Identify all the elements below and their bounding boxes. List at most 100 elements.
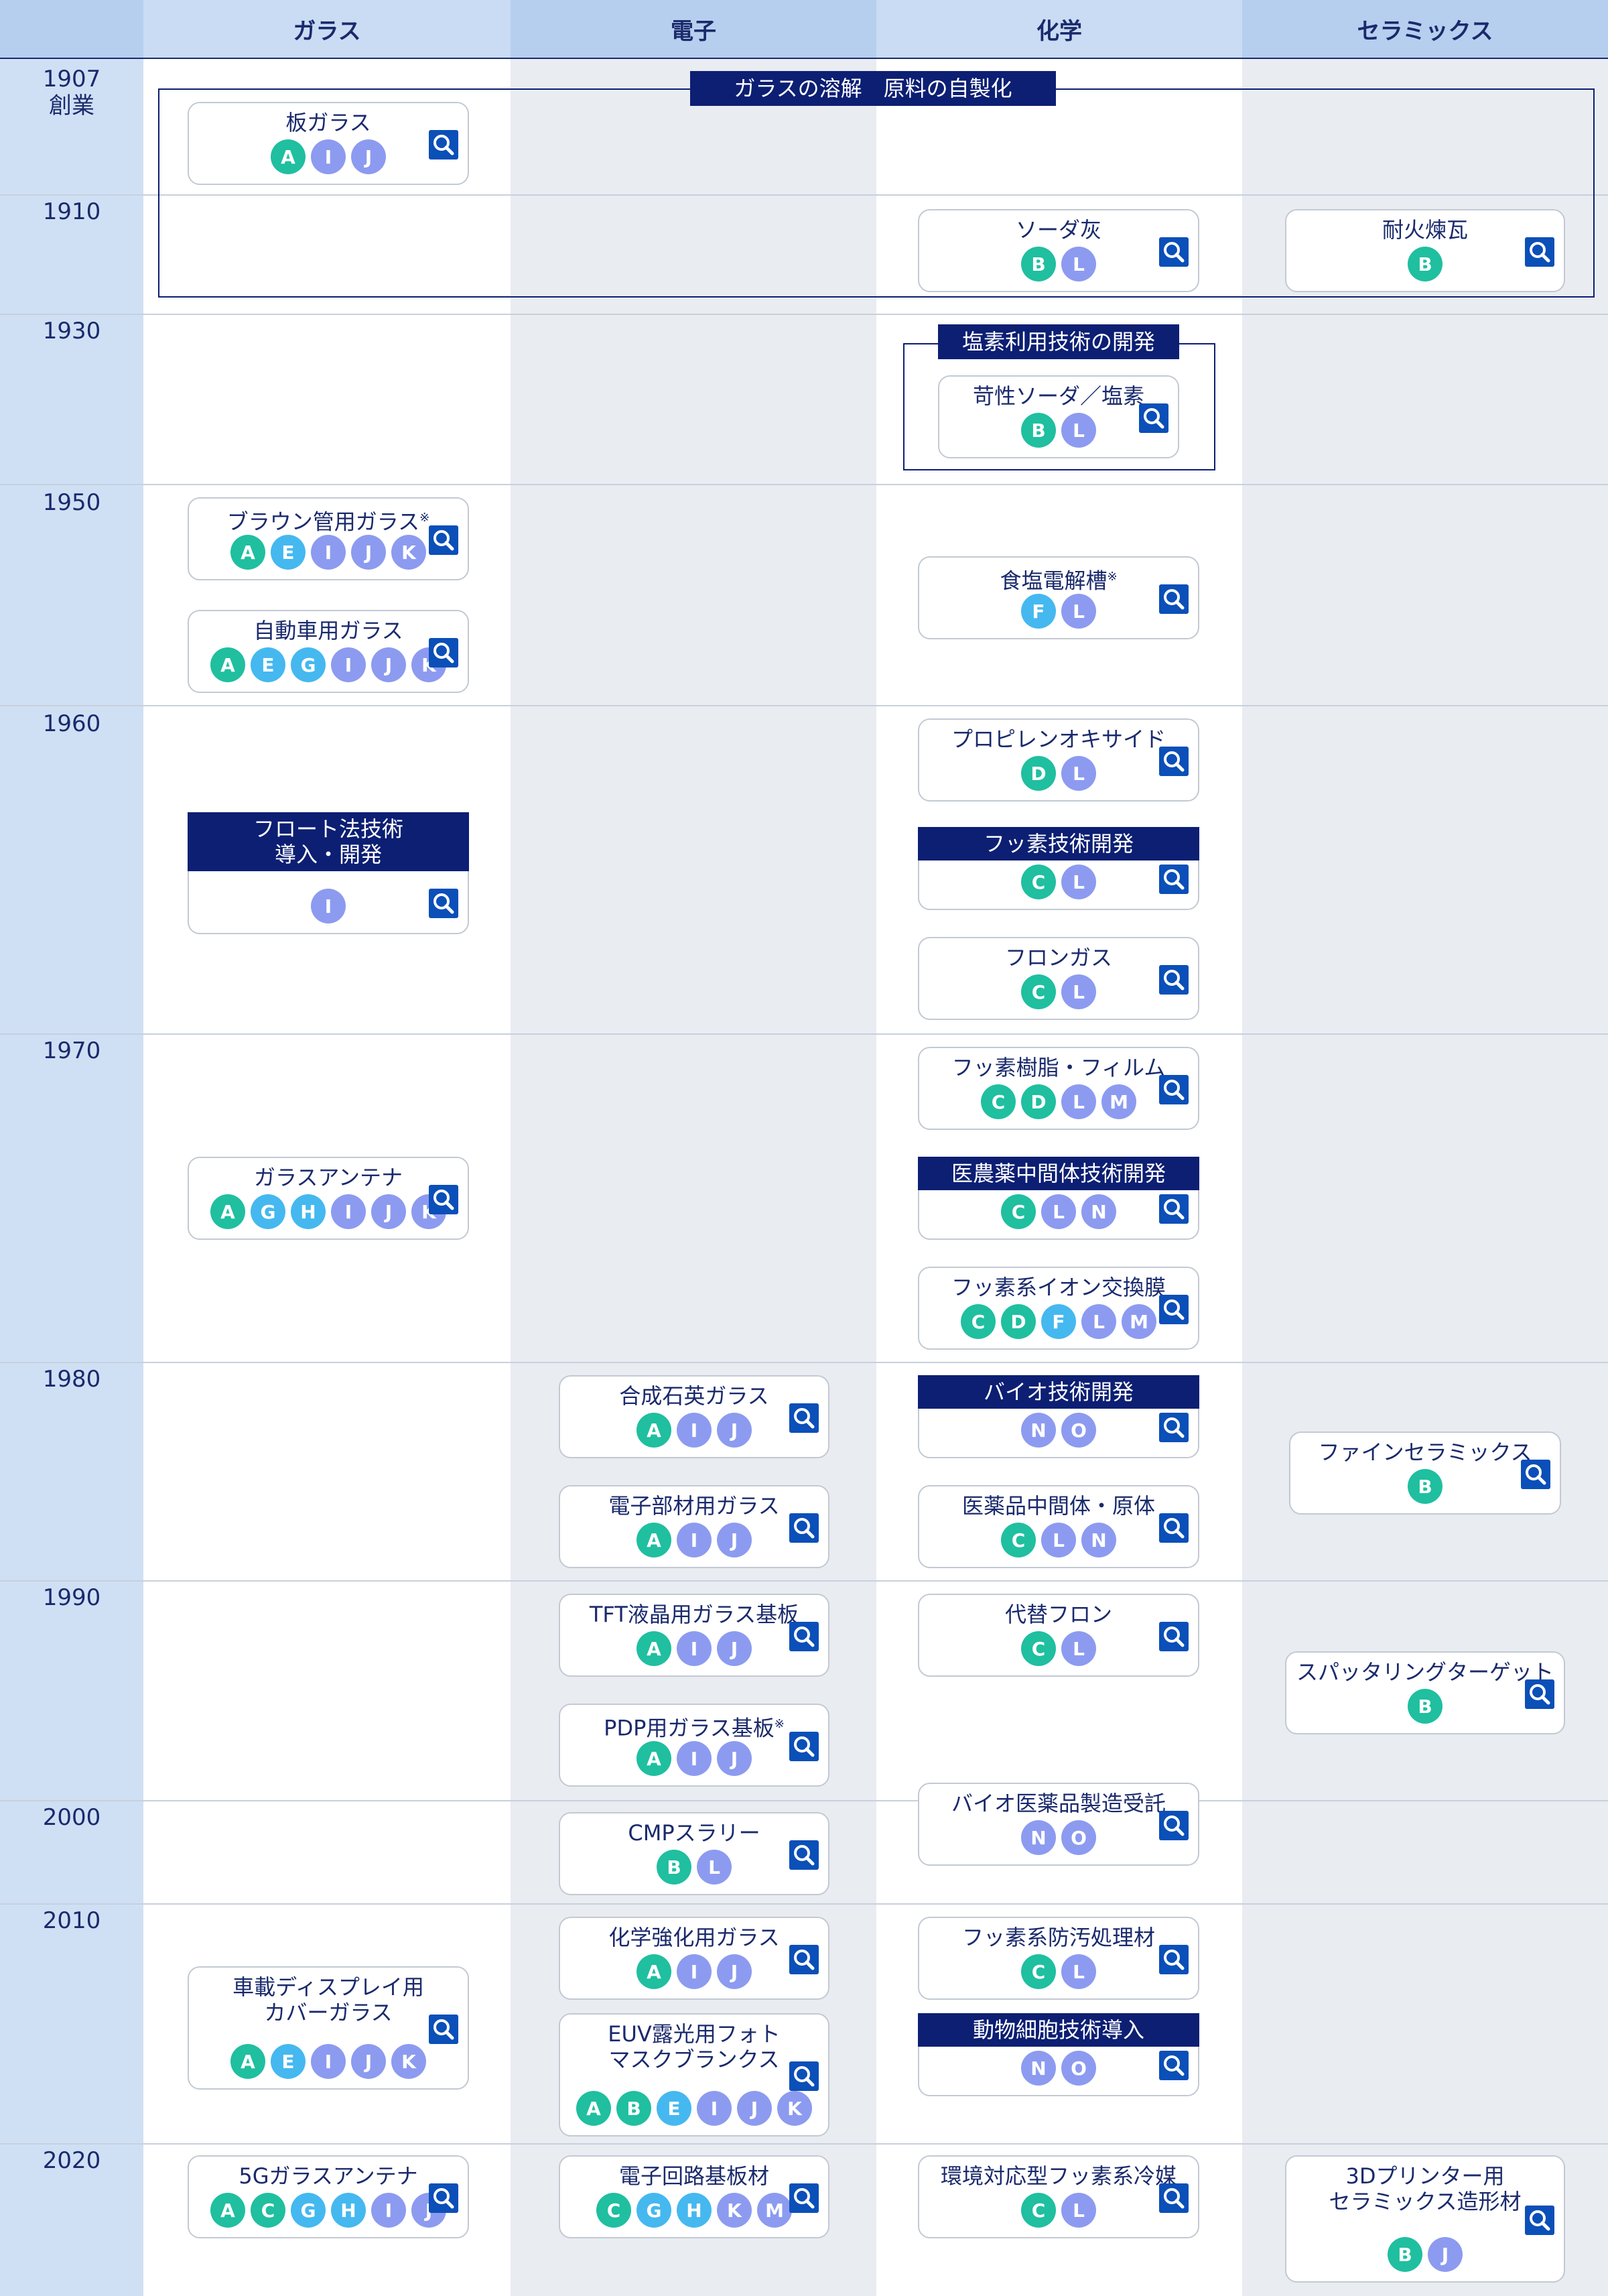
product-card[interactable]: 耐火煉瓦 B — [1285, 209, 1565, 292]
magnifier-icon[interactable] — [1159, 1513, 1189, 1543]
product-card[interactable]: フッ素系防汚処理材 C L — [918, 1917, 1199, 2000]
magnifier-icon[interactable] — [789, 2061, 819, 2091]
magnifier-icon[interactable] — [429, 2183, 458, 2213]
product-card[interactable]: 医薬品中間体・原体 C L N — [918, 1485, 1199, 1568]
product-card[interactable]: 合成石英ガラス A I J — [559, 1375, 829, 1458]
magnifier-icon[interactable] — [1521, 1460, 1550, 1489]
badge-k: K — [777, 2091, 812, 2126]
magnifier-icon[interactable] — [1139, 403, 1168, 433]
magnifier-icon[interactable] — [1159, 2051, 1189, 2080]
product-card[interactable]: ガラスアンテナ AGHIJK — [188, 1157, 469, 1240]
badge-i: I — [677, 1413, 712, 1448]
product-card[interactable]: 3Dプリンター用 セラミックス造形材 B J — [1285, 2155, 1565, 2283]
product-card[interactable]: 苛性ソーダ／塩素 B L — [938, 375, 1179, 458]
product-card[interactable]: プロピレンオキサイド D L — [918, 718, 1199, 802]
year-label: 1930 — [42, 318, 101, 344]
badge-i: I — [311, 139, 346, 174]
product-title-text: ガラスアンテナ — [253, 1165, 403, 1190]
product-card[interactable]: 板ガラス A I J — [188, 102, 469, 185]
magnifier-icon[interactable] — [789, 1732, 819, 1761]
badge-n: N — [1081, 1523, 1116, 1557]
product-card[interactable]: PDP用ガラス基板※ A I J — [559, 1704, 829, 1787]
magnifier-icon[interactable] — [1159, 1811, 1189, 1840]
magnifier-icon[interactable] — [789, 2183, 819, 2213]
magnifier-icon[interactable] — [1525, 237, 1554, 267]
technology-band: バイオ技術開発 — [918, 1375, 1199, 1409]
magnifier-icon[interactable] — [789, 1945, 819, 1974]
product-card[interactable]: 車載ディスプレイ用 カバーガラス A E I J K — [188, 1966, 469, 2090]
product-card[interactable]: スパッタリングターゲット B — [1285, 1651, 1565, 1734]
badge-j: J — [371, 647, 406, 682]
product-card[interactable]: 動物細胞技術導入 N O — [918, 2013, 1199, 2096]
magnifier-icon[interactable] — [1525, 1679, 1554, 1709]
magnifier-icon[interactable] — [1159, 2183, 1189, 2213]
magnifier-icon[interactable] — [1159, 1413, 1189, 1442]
badge-a: A — [636, 1523, 671, 1557]
magnifier-icon[interactable] — [789, 1840, 819, 1870]
magnifier-icon[interactable] — [1159, 1945, 1189, 1974]
product-card[interactable]: フロート法技術 導入・開発 I — [188, 812, 469, 934]
magnifier-icon[interactable] — [789, 1403, 819, 1433]
magnifier-icon[interactable] — [1159, 1194, 1189, 1224]
melting-group-label: ガラスの溶解 原料の自製化 — [690, 71, 1056, 106]
magnifier-icon[interactable] — [1159, 584, 1189, 614]
product-title-text: 車載ディスプレイ用 カバーガラス — [232, 1974, 424, 2025]
magnifier-icon[interactable] — [429, 130, 458, 160]
magnifier-icon[interactable] — [429, 1185, 458, 1214]
product-card[interactable]: TFT液晶用ガラス基板 A I J — [559, 1594, 829, 1677]
magnifier-icon[interactable] — [1525, 2206, 1554, 2235]
product-card[interactable]: バイオ技術開発 N O — [918, 1375, 1199, 1458]
product-card[interactable]: ソーダ灰 B L — [918, 209, 1199, 292]
magnifier-icon[interactable] — [1159, 747, 1189, 776]
product-title: 化学強化用ガラス — [560, 1925, 828, 1950]
product-title-text: フッ素系防汚処理材 — [961, 1925, 1155, 1950]
badge-g: G — [291, 647, 326, 682]
business-badges: AEIJK — [189, 535, 468, 570]
product-card[interactable]: 環境対応型フッ素系冷媒 C L — [918, 2155, 1199, 2238]
year-label: 1960 — [42, 710, 101, 737]
business-badges: ABEIJK — [560, 2091, 828, 2126]
magnifier-icon[interactable] — [429, 2015, 458, 2044]
product-card[interactable]: フッ素樹脂・フィルム C D L M — [918, 1047, 1199, 1130]
product-card[interactable]: フッ素系イオン交換膜 C D F L M — [918, 1267, 1199, 1350]
badge-c: C — [596, 2193, 631, 2228]
magnifier-icon[interactable] — [1159, 1622, 1189, 1651]
product-title: 代替フロン — [919, 1602, 1198, 1627]
magnifier-icon[interactable] — [1159, 965, 1189, 995]
product-card[interactable]: 化学強化用ガラス A I J — [559, 1917, 829, 2000]
product-card[interactable]: 電子部材用ガラス A I J — [559, 1485, 829, 1568]
product-title-text: 3Dプリンター用 セラミックス造形材 — [1329, 2163, 1522, 2214]
product-card[interactable]: ファインセラミックス B — [1289, 1431, 1561, 1515]
magnifier-icon[interactable] — [1159, 237, 1189, 267]
business-badges: DL — [919, 756, 1198, 791]
magnifier-icon[interactable] — [429, 525, 458, 555]
product-card[interactable]: 自動車用ガラス AEGIJK — [188, 610, 469, 693]
badge-k: K — [391, 535, 426, 570]
product-card[interactable]: 5Gガラスアンテナ ACGHIJ — [188, 2155, 469, 2238]
badge-c: C — [961, 1304, 996, 1339]
badge-d: D — [1001, 1304, 1036, 1339]
badge-a: A — [230, 2044, 265, 2079]
product-card[interactable]: 代替フロン C L — [918, 1594, 1199, 1677]
product-card[interactable]: 食塩電解槽※ F L — [918, 556, 1199, 639]
product-card[interactable]: CMPスラリー B L — [559, 1812, 829, 1895]
magnifier-icon[interactable] — [789, 1622, 819, 1651]
magnifier-icon[interactable] — [1159, 865, 1189, 894]
product-card[interactable]: EUV露光用フォト マスクブランクス A B E I J K — [559, 2013, 829, 2136]
magnifier-icon[interactable] — [1159, 1295, 1189, 1324]
product-card[interactable]: フロンガス C L — [918, 937, 1199, 1020]
magnifier-icon[interactable] — [789, 1513, 819, 1543]
business-badges: B — [1286, 1689, 1564, 1724]
product-card[interactable]: フッ素技術開発 C L — [918, 827, 1199, 910]
chlorine-group-label: 塩素利用技術の開発 — [938, 324, 1179, 359]
product-card[interactable]: バイオ医薬品製造受託 N O — [918, 1783, 1199, 1866]
product-title-text: プロピレンオキサイド — [951, 726, 1166, 752]
product-card[interactable]: 電子回路基板材 C G H K M — [559, 2155, 829, 2238]
magnifier-icon[interactable] — [429, 638, 458, 667]
product-card[interactable]: ブラウン管用ガラス※ A E I J K — [188, 497, 469, 580]
product-card[interactable]: 医農薬中間体技術開発 C L N — [918, 1157, 1199, 1240]
badge-h: H — [677, 2193, 712, 2228]
business-badges: BL — [560, 1850, 828, 1885]
magnifier-icon[interactable] — [429, 889, 458, 918]
magnifier-icon[interactable] — [1159, 1075, 1189, 1104]
